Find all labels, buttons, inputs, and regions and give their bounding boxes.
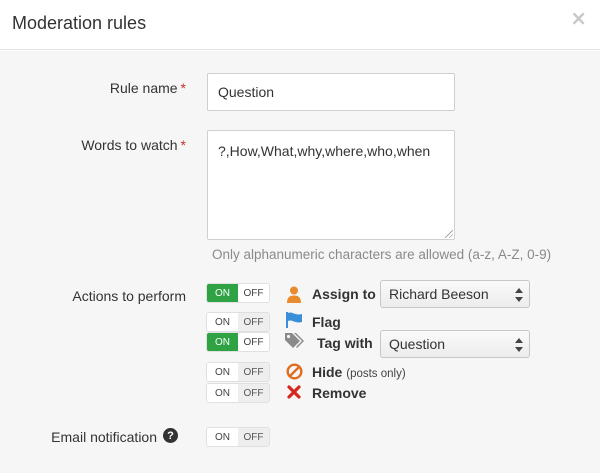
flag-label: Flag (312, 314, 341, 330)
user-icon (284, 284, 304, 304)
hide-note: (posts only) (346, 368, 406, 380)
select-arrows-icon (515, 338, 523, 352)
email-toggle[interactable]: ON OFF (207, 428, 269, 446)
words-to-watch-value: ?,How,What,why,where,who,when (218, 143, 431, 159)
flag-toggle-on[interactable]: ON (207, 313, 238, 331)
tag-toggle-off[interactable]: OFF (238, 333, 269, 351)
flag-icon (284, 310, 304, 330)
tag-toggle-on[interactable]: ON (207, 333, 238, 351)
ban-icon (284, 361, 304, 381)
tag-select[interactable]: Question (380, 330, 530, 358)
moderation-rules-modal: Moderation rules × Rule name * Question W… (0, 0, 600, 473)
modal-title: Moderation rules (12, 13, 147, 33)
flag-toggle[interactable]: ON OFF (207, 313, 269, 331)
remove-toggle-on[interactable]: ON (207, 384, 238, 402)
select-arrows-icon (515, 288, 523, 302)
rule-name-label-text: Rule name (109, 80, 178, 96)
tag-toggle[interactable]: ON OFF (207, 333, 269, 351)
modal-body: Rule name * Question Words to watch * ?,Ho… (0, 51, 600, 473)
remove-toggle-off[interactable]: OFF (238, 384, 269, 402)
rule-name-input[interactable]: Question (207, 73, 455, 111)
required-mark: * (180, 137, 186, 153)
email-toggle-on[interactable]: ON (207, 428, 238, 446)
email-toggle-off[interactable]: OFF (238, 428, 269, 446)
actions-label: Actions to perform (72, 288, 186, 304)
rule-name-value: Question (218, 84, 275, 100)
tag-select-value: Question (389, 336, 446, 352)
tag-with-label: Tag with (317, 335, 373, 351)
hide-toggle-off[interactable]: OFF (238, 363, 269, 381)
assign-toggle[interactable]: ON OFF (207, 284, 269, 302)
rule-name-label: Rule name * (110, 80, 186, 96)
assignee-select[interactable]: Richard Beeson (380, 280, 530, 308)
remove-x-icon (284, 382, 304, 402)
flag-toggle-off[interactable]: OFF (238, 313, 269, 331)
assignee-select-value: Richard Beeson (389, 286, 489, 302)
words-hint: Only alphanumeric characters are allowed… (212, 247, 552, 262)
hide-label-text: Hide (312, 364, 343, 380)
hide-toggle[interactable]: ON OFF (207, 363, 269, 381)
words-to-watch-label: Words to watch * (81, 137, 186, 153)
assign-to-label: Assign to (312, 286, 376, 302)
words-to-watch-textarea[interactable]: ?,How,What,why,where,who,when (207, 130, 455, 240)
help-icon[interactable]: ? (163, 428, 178, 443)
hide-label: Hide (posts only) (312, 364, 406, 380)
remove-toggle[interactable]: ON OFF (207, 384, 269, 402)
hide-toggle-on[interactable]: ON (207, 363, 238, 381)
close-icon[interactable]: × (570, 6, 587, 30)
remove-label: Remove (312, 385, 367, 401)
email-notification-label: Email notification (51, 429, 157, 445)
assign-toggle-on[interactable]: ON (207, 284, 238, 302)
resize-grip-icon[interactable] (445, 230, 453, 238)
tags-icon (284, 331, 304, 351)
words-to-watch-label-text: Words to watch (81, 137, 178, 153)
modal-header: Moderation rules × (0, 0, 600, 50)
assign-toggle-off[interactable]: OFF (238, 284, 269, 302)
required-mark: * (180, 80, 186, 96)
